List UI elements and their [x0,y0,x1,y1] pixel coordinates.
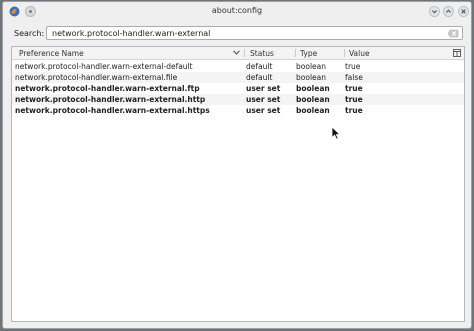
pref-name: network.protocol-handler.warn-external.h… [15,95,206,104]
pref-type: boolean [296,73,326,82]
column-separator[interactable] [295,49,296,57]
pref-type: boolean [296,106,330,115]
column-header-value[interactable]: Value [349,49,370,58]
pref-value: true [345,95,363,104]
pref-value: true [345,62,361,71]
table-row[interactable]: network.protocol-handler.warn-external.h… [12,94,464,105]
pref-type: boolean [296,84,330,93]
pref-type: boolean [296,62,326,71]
column-separator[interactable] [244,49,245,57]
search-input-value[interactable]: network.protocol-handler.warn-external [52,29,210,38]
column-separator[interactable] [344,49,345,57]
titlebar: about:config [3,2,471,21]
pref-status: user set [246,95,281,104]
pref-value: true [345,84,363,93]
sort-descending-icon[interactable] [233,50,240,55]
table-row[interactable]: network.protocol-handler.warn-external.f… [12,83,464,94]
search-input[interactable]: network.protocol-handler.warn-external [46,26,463,40]
preferences-list[interactable]: Preference Name Status Type Value networ… [11,46,465,322]
column-header-name[interactable]: Preference Name [19,49,84,58]
mouse-pointer-icon [331,126,341,140]
chevron-up-icon[interactable] [443,6,454,17]
pref-value: true [345,106,363,115]
pref-name: network.protocol-handler.warn-external.f… [15,84,200,93]
search-label: Search: [14,29,45,38]
pref-name: network.protocol-handler.warn-external.h… [15,106,210,115]
pref-status: default [246,73,273,82]
column-header-status[interactable]: Status [250,49,274,58]
table-row[interactable]: network.protocol-handler.warn-external.f… [12,72,464,83]
window-title: about:config [211,6,263,15]
pref-value: false [345,73,363,82]
clear-field-icon[interactable] [447,29,459,38]
list-header: Preference Name Status Type Value [12,47,464,60]
chevron-down-icon[interactable] [429,6,440,17]
table-row[interactable]: network.protocol-handler.warn-external.h… [12,105,464,116]
close-icon[interactable] [458,6,469,17]
pref-status: default [246,62,273,71]
about-config-window: about:config Search: network.protocol-ha… [2,1,472,329]
pref-name: network.protocol-handler.warn-external-d… [15,62,193,71]
pref-name: network.protocol-handler.warn-external.f… [15,73,178,82]
column-header-type[interactable]: Type [300,49,317,58]
pref-status: user set [246,106,281,115]
search-row: Search: network.protocol-handler.warn-ex… [11,26,463,42]
pref-status: user set [246,84,281,93]
column-picker-icon[interactable] [453,49,461,57]
pref-type: boolean [296,95,330,104]
table-row[interactable]: network.protocol-handler.warn-external-d… [12,61,464,72]
